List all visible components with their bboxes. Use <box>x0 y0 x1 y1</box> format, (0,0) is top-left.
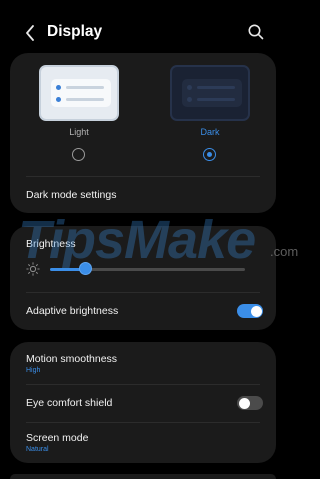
chevron-left-icon <box>26 25 34 41</box>
app-header: Display <box>0 0 306 60</box>
brightness-label: Brightness <box>26 238 76 250</box>
back-button[interactable] <box>22 22 38 44</box>
screen-mode-item[interactable]: Screen mode Natural <box>10 423 276 463</box>
dark-theme-preview <box>170 65 250 121</box>
theme-label-light: Light <box>69 127 89 137</box>
divider <box>26 176 260 177</box>
toggle-knob <box>250 305 262 317</box>
theme-card: Light Dark Dark mode settings <box>10 53 276 213</box>
motion-smoothness-value: High <box>26 367 41 374</box>
theme-option-light[interactable]: Light <box>39 65 121 161</box>
display-options-card: Motion smoothness High Eye comfort shiel… <box>10 342 276 463</box>
motion-smoothness-label: Motion smoothness <box>26 353 118 365</box>
brightness-slider-track[interactable] <box>91 268 245 271</box>
radio-light[interactable] <box>72 148 85 161</box>
radio-dark[interactable] <box>203 148 216 161</box>
eye-comfort-shield-toggle[interactable] <box>237 396 263 410</box>
toggle-knob <box>238 397 250 409</box>
search-icon <box>248 24 264 40</box>
brightness-slider-thumb[interactable] <box>79 262 93 275</box>
theme-label-dark: Dark <box>200 127 220 137</box>
sun-icon <box>26 262 40 276</box>
motion-smoothness-item[interactable]: Motion smoothness High <box>10 342 276 384</box>
light-theme-preview <box>39 65 119 121</box>
theme-option-dark[interactable]: Dark <box>170 65 252 161</box>
eye-comfort-shield-label: Eye comfort shield <box>26 397 113 409</box>
brightness-card: Brightness Adaptive brightness <box>10 226 276 330</box>
dark-mode-settings-item[interactable]: Dark mode settings <box>26 189 116 201</box>
adaptive-brightness-toggle[interactable] <box>237 304 263 318</box>
page-title: Display <box>47 23 103 40</box>
adaptive-brightness-label: Adaptive brightness <box>26 305 119 317</box>
divider <box>26 384 260 385</box>
search-button[interactable] <box>246 22 266 42</box>
screen-mode-value: Natural <box>26 446 49 453</box>
next-card <box>10 474 276 479</box>
divider <box>26 292 260 293</box>
screen-mode-label: Screen mode <box>26 432 89 444</box>
